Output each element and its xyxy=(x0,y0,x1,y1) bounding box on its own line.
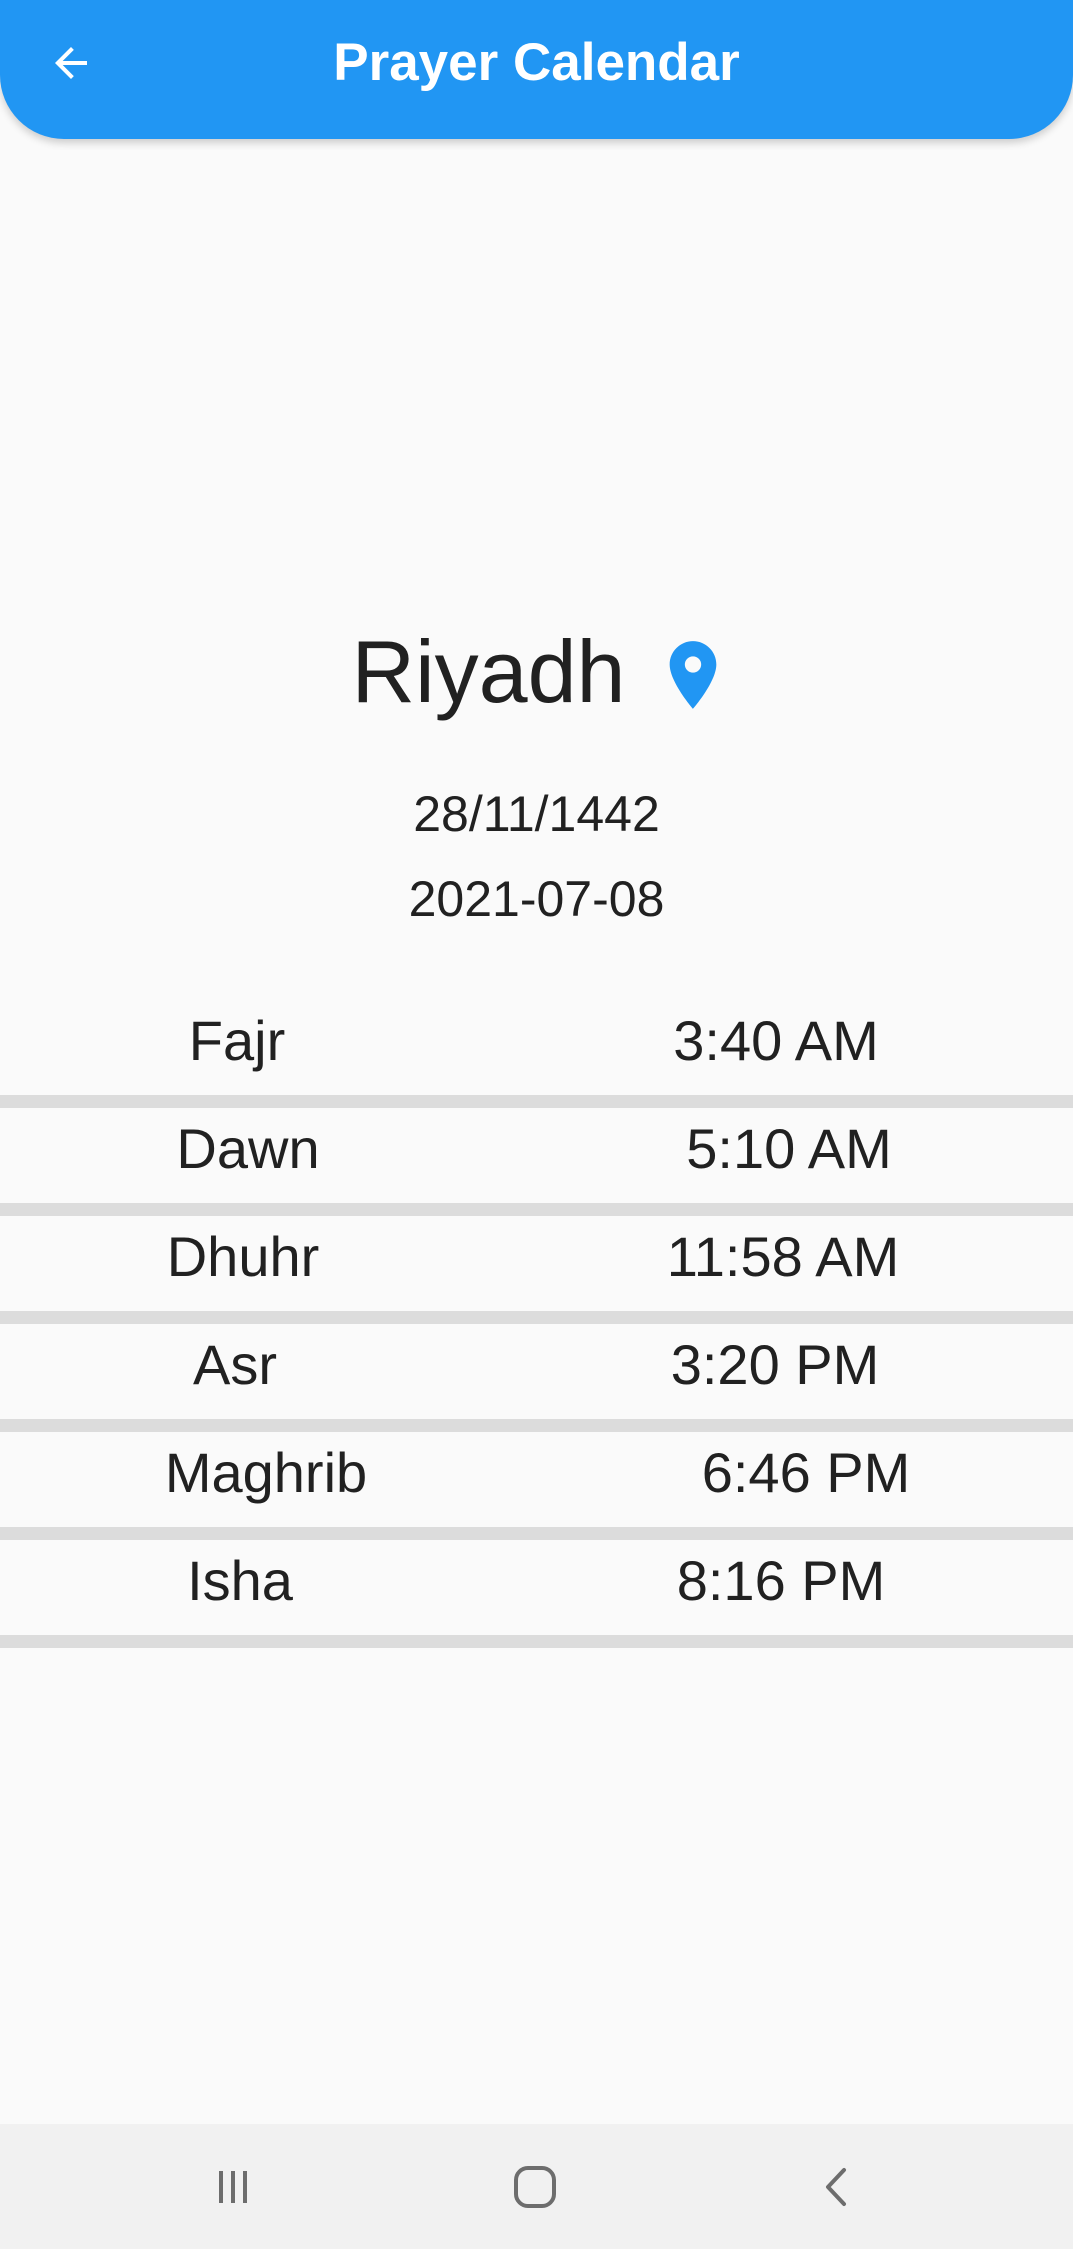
hijri-date: 28/11/1442 xyxy=(413,786,660,842)
page-title: Prayer Calendar xyxy=(333,33,740,92)
home-button[interactable] xyxy=(502,2154,568,2220)
system-nav-bar xyxy=(0,2124,1073,2249)
city-name: Riyadh xyxy=(351,622,626,721)
location-header: Riyadh xyxy=(0,622,1073,722)
prayer-row-dhuhr: Dhuhr 11:58 AM xyxy=(0,1216,1073,1324)
prayer-calendar-screen: Prayer Calendar Riyadh 28/11/1442 2021-0… xyxy=(0,0,1073,2249)
recent-apps-icon xyxy=(219,2171,247,2203)
gregorian-date: 2021-07-08 xyxy=(408,871,665,927)
prayer-row-isha: Isha 8:16 PM xyxy=(0,1540,1073,1648)
prayer-row-maghrib: Maghrib 6:46 PM xyxy=(0,1432,1073,1540)
prayer-row-dawn: Dawn 5:10 AM xyxy=(0,1108,1073,1216)
prayer-times-list: Fajr 3:40 AM Dawn 5:10 AM Dhuhr 11:58 AM… xyxy=(0,1000,1073,1648)
prayer-row-fajr: Fajr 3:40 AM xyxy=(0,1000,1073,1108)
system-back-button[interactable] xyxy=(804,2154,870,2220)
app-bar: Prayer Calendar xyxy=(0,0,1073,139)
prayer-row-asr: Asr 3:20 PM xyxy=(0,1324,1073,1432)
back-chevron-icon xyxy=(826,2168,846,2206)
recent-apps-button[interactable] xyxy=(200,2154,266,2220)
location-pin-icon[interactable] xyxy=(665,641,721,709)
home-icon xyxy=(514,2166,556,2208)
